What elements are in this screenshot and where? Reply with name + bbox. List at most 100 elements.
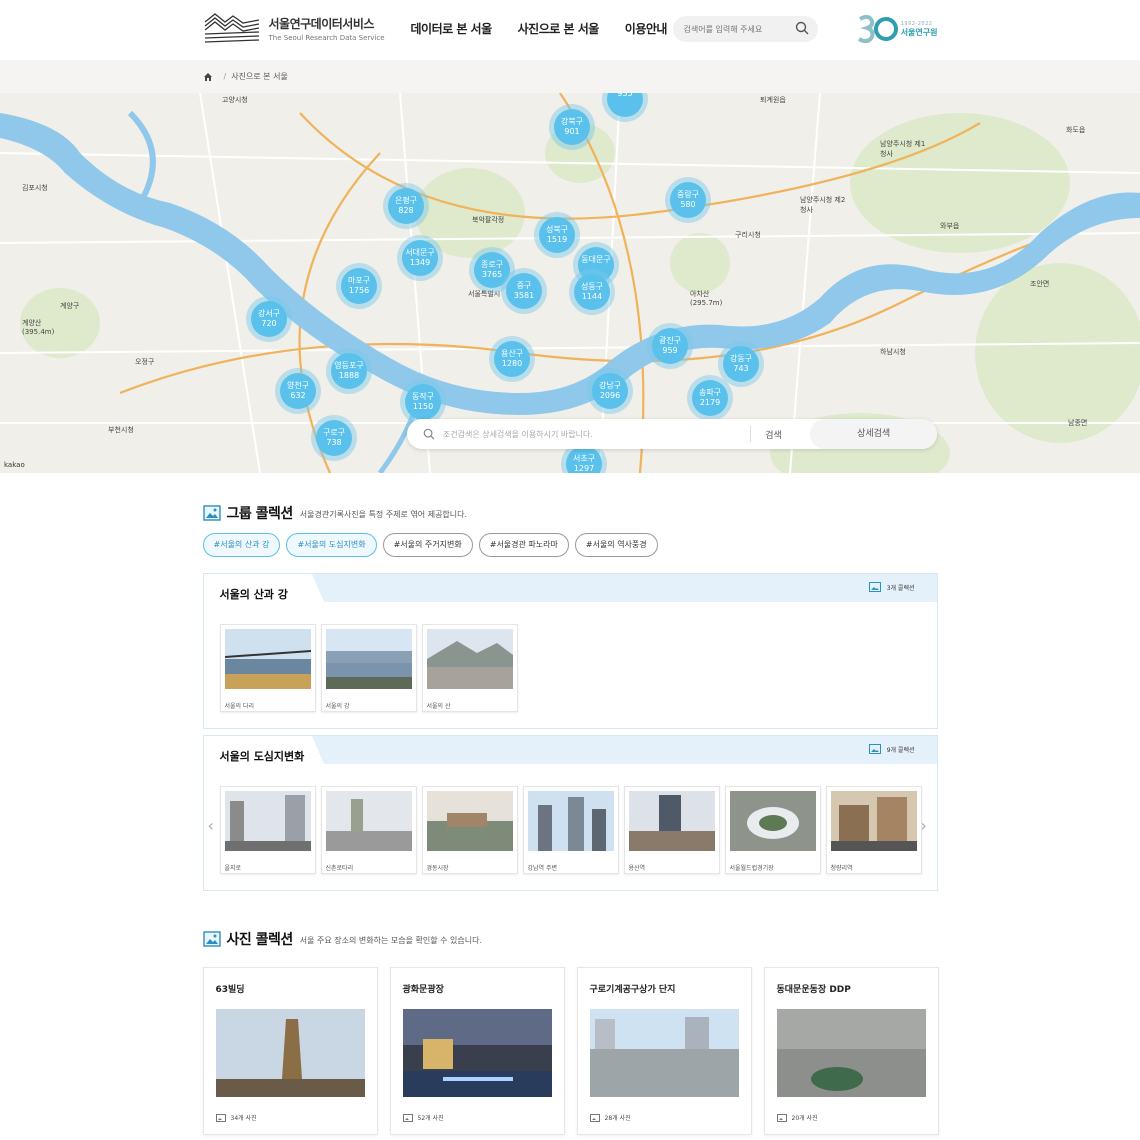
photo-card[interactable]: 광화문광장 52개 사진 <box>389 967 565 1135</box>
nav-data[interactable]: 데이터로 본 서울 <box>411 20 493 37</box>
map-place-label: 남양주시청 제1청사 <box>880 140 926 158</box>
map-cluster[interactable]: 용산구 1280 <box>489 336 535 382</box>
collection-thumb[interactable]: 서울의 다리 <box>219 624 316 712</box>
map-place-label: 남종면 <box>1068 419 1088 427</box>
cluster-map[interactable]: 고양시청 퇴계원읍 김포시청 남양주시청 제1청사 남양주시청 제2청사 구리시… <box>0 93 1140 473</box>
logo-subtitle: The Seoul Research Data Service <box>268 33 385 42</box>
group-panel: 서울의 도심지변화 9개 콜렉션 ‹ 을지로 신촌로타리 경동시장 강남역 주변… <box>202 735 938 891</box>
image-icon <box>868 744 881 754</box>
collection-thumb[interactable]: 용산역 <box>623 786 720 874</box>
map-cluster[interactable]: 중랑구 580 <box>665 177 711 223</box>
map-cluster[interactable]: 송파구 2179 <box>687 375 733 421</box>
map-cluster[interactable]: 영등포구 1888 <box>326 348 372 394</box>
tag-mountain-river[interactable]: #서울의 산과 강 <box>202 533 281 557</box>
map-place-label: 화도읍 <box>1066 126 1086 134</box>
photo-sinchon <box>325 791 412 851</box>
group-section-subtitle: 서울경관기록사진을 특정 주제로 엮어 제공합니다. <box>299 510 468 519</box>
photo-euljiro <box>224 791 311 851</box>
collection-thumb[interactable]: 청량리역 <box>825 786 922 874</box>
image-icon <box>202 931 221 947</box>
institute-name: 서울연구원 <box>900 27 938 37</box>
group-name: 서울의 도심지변화 <box>219 750 305 763</box>
breadcrumb-separator: / <box>223 72 227 81</box>
anniversary-30-icon <box>857 14 898 44</box>
group-count: 9개 콜렉션 <box>868 744 915 754</box>
map-place-label: 오정구 <box>135 358 155 366</box>
photo-stadium <box>729 791 816 851</box>
map-cluster[interactable]: 양천구 632 <box>275 368 321 414</box>
photo-bridge <box>224 629 311 689</box>
nav-photo[interactable]: 사진으로 본 서울 <box>518 20 600 37</box>
map-cluster[interactable]: 구로구 738 <box>311 415 357 461</box>
photo-count-icon <box>402 1113 413 1122</box>
collection-thumb[interactable]: 서울월드컵경기장 <box>724 786 821 874</box>
photo-card[interactable]: 동대문운동장 DDP 20개 사진 <box>763 967 939 1135</box>
map-cluster[interactable]: 성동구 1144 <box>569 269 615 315</box>
map-cluster[interactable]: 중구 3581 <box>501 268 547 314</box>
collection-thumb[interactable]: 신촌로타리 <box>320 786 417 874</box>
map-place-label: 계양구 <box>60 302 80 310</box>
photo-section-subtitle: 서울 주요 장소의 변화하는 모습을 확인할 수 있습니다. <box>299 936 483 945</box>
photo-card-list: 63빌딩 34개 사진 광화문광장 52개 사진 구로기계공구상가 단지 28개… <box>202 967 939 1135</box>
carousel-prev-icon[interactable]: ‹ <box>208 816 220 836</box>
map-cluster[interactable]: 은평구 828 <box>383 183 429 229</box>
logo-wave-icon <box>204 13 259 43</box>
header-search <box>672 16 818 42</box>
photo-river <box>325 629 412 689</box>
nav-guide[interactable]: 이용안내 <box>625 20 668 37</box>
photo-count-icon <box>215 1113 226 1122</box>
map-place-label: 김포시청 <box>22 184 48 192</box>
image-icon <box>868 582 881 592</box>
group-collection-section: 그룹 콜렉션 서울경관기록사진을 특정 주제로 엮어 제공합니다. #서울의 산… <box>202 503 939 1135</box>
map-attribution: kakao <box>4 461 25 469</box>
logo-title: 서울연구데이터서비스 <box>268 16 375 31</box>
tag-history[interactable]: #서울의 역사풍경 <box>574 533 658 557</box>
photo-ddp <box>776 1009 926 1097</box>
map-place-label: 남양주시청 제2청사 <box>800 196 846 214</box>
map-search-bar: 조건검색은 상세검색을 이용하시기 바랍니다. 검색 상세검색 <box>407 419 937 449</box>
photo-count-icon <box>589 1113 600 1122</box>
institute-years: 1992-2022 <box>900 20 933 27</box>
map-cluster[interactable]: 성북구 1519 <box>534 212 580 258</box>
map-place-label: 고양시청 <box>222 96 248 104</box>
group-section-title: 그룹 콜렉션 <box>226 506 294 522</box>
search-icon[interactable] <box>795 21 809 35</box>
tag-residential-change[interactable]: #서울의 주거지변화 <box>382 533 473 557</box>
collection-thumb[interactable]: 경동시장 <box>421 786 518 874</box>
map-cluster[interactable]: 강북구 901 <box>549 104 595 150</box>
map-cluster[interactable]: 서대문구 1349 <box>397 235 443 281</box>
collection-thumb[interactable]: 서울의 강 <box>320 624 417 712</box>
site-logo[interactable]: 서울연구데이터서비스 The Seoul Research Data Servi… <box>203 10 385 46</box>
tag-panorama[interactable]: #서울경관 파노라마 <box>478 533 569 557</box>
tag-downtown-change[interactable]: #서울의 도심지변화 <box>286 533 377 557</box>
group-count: 3개 콜렉션 <box>868 582 915 592</box>
image-icon <box>202 505 221 521</box>
photo-card[interactable]: 63빌딩 34개 사진 <box>202 967 378 1135</box>
photo-section-title: 사진 콜렉션 <box>226 932 294 948</box>
group-tag-list: #서울의 산과 강 #서울의 도심지변화 #서울의 주거지변화 #서울경관 파노… <box>202 533 938 557</box>
collection-thumb[interactable]: 을지로 <box>219 786 316 874</box>
collection-thumb[interactable]: 강남역 주변 <box>522 786 619 874</box>
search-icon <box>423 428 435 440</box>
map-cluster[interactable]: 강서구 720 <box>246 296 292 342</box>
header-search-input[interactable] <box>683 16 790 42</box>
photo-mountain <box>426 629 513 689</box>
carousel-next-icon[interactable]: › <box>921 816 933 836</box>
map-place-label: 퇴계원읍 <box>760 96 786 104</box>
map-place-label: 구리시청 <box>735 231 761 239</box>
collection-thumb[interactable]: 서울의 산 <box>421 624 518 712</box>
map-search-button[interactable]: 검색 <box>751 428 797 441</box>
breadcrumb: / 사진으로 본 서울 <box>203 60 938 93</box>
group-name: 서울의 산과 강 <box>219 588 288 601</box>
map-cluster[interactable]: 강남구 2096 <box>587 368 633 414</box>
photo-card[interactable]: 구로기계공구상가 단지 28개 사진 <box>576 967 752 1135</box>
advanced-search-button[interactable]: 상세검색 <box>810 419 937 449</box>
institute-logo[interactable]: 1992-2022 서울연구원 <box>857 12 938 46</box>
map-cluster[interactable]: 마포구 1756 <box>336 263 382 309</box>
photo-cheongnyangni <box>830 791 917 851</box>
breadcrumb-current[interactable]: 사진으로 본 서울 <box>231 71 288 82</box>
map-cluster[interactable]: 광진구 959 <box>647 323 693 369</box>
photo-count-icon <box>776 1113 787 1122</box>
home-icon[interactable] <box>203 72 213 82</box>
map-search-input[interactable]: 조건검색은 상세검색을 이용하시기 바랍니다. <box>443 429 750 440</box>
